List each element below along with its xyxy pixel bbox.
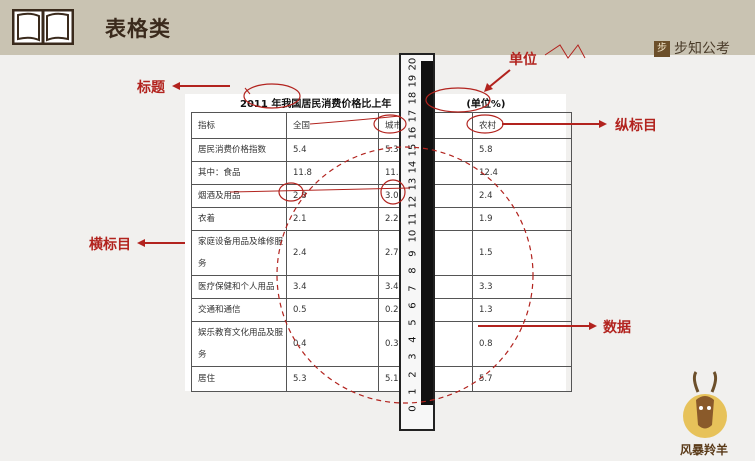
label-danwei: 单位 xyxy=(509,52,537,68)
label-zongbiaomu: 纵标目 xyxy=(615,118,657,134)
logo-text: 风暴羚羊 xyxy=(680,443,729,457)
label-shuju: 数据 xyxy=(603,320,631,336)
annotation-layer xyxy=(137,44,607,404)
label-biaoti: 标题 xyxy=(137,80,165,96)
label-hengbiaomu: 横标目 xyxy=(89,237,131,253)
